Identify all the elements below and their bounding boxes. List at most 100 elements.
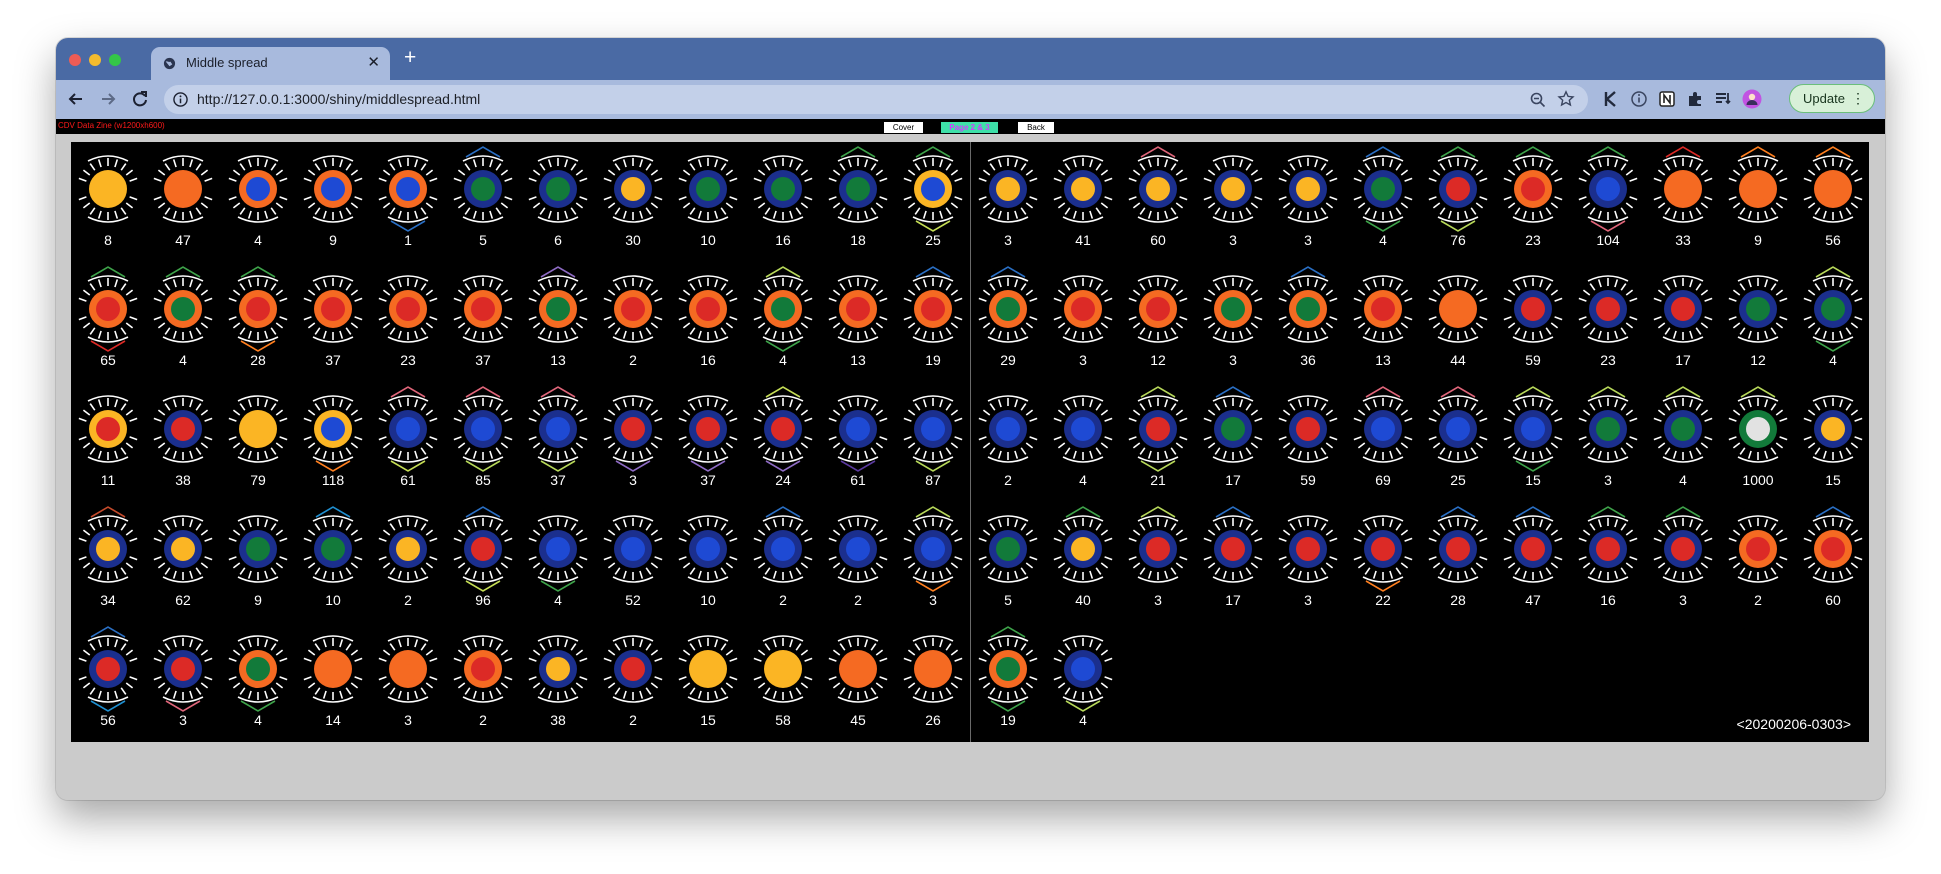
tick-mark [1245, 567, 1252, 575]
notion-icon[interactable] [1658, 90, 1676, 108]
close-tab-icon[interactable]: ✕ [367, 53, 380, 71]
tick-mark [720, 447, 727, 455]
tick-mark [997, 570, 1002, 579]
page-2-3-button[interactable]: Page 2 & 3 [941, 122, 998, 133]
tick-mark [489, 210, 494, 219]
more-vertical-icon[interactable]: ⋮ [1851, 90, 1865, 107]
tick-mark [500, 649, 509, 656]
tick-mark [1100, 529, 1109, 536]
tick-mark [125, 442, 134, 449]
tick-mark [1400, 409, 1409, 416]
glyph-right_page-49: 4 [1053, 635, 1113, 728]
tick-mark [1728, 556, 1737, 561]
tick-mark [729, 196, 738, 201]
glyph-right_page-7: 23 [1503, 146, 1563, 248]
info-extension-icon[interactable] [1630, 90, 1648, 108]
back-arrow-icon[interactable] [65, 88, 87, 110]
puzzle-icon[interactable] [1686, 90, 1704, 108]
tick-mark [1653, 196, 1662, 201]
star-icon[interactable] [1557, 90, 1575, 108]
tick-mark [189, 210, 194, 219]
tick-mark [1657, 442, 1666, 449]
tick-mark [1629, 436, 1638, 441]
tick-mark [204, 537, 213, 542]
tick-mark [639, 450, 644, 459]
tick-mark [689, 523, 696, 531]
update-button[interactable]: Update ⋮ [1789, 84, 1875, 113]
tick-mark [279, 297, 288, 302]
tick-mark [1057, 649, 1066, 656]
tick-mark [945, 163, 952, 171]
tick-mark [764, 447, 771, 455]
maximize-window-light[interactable] [109, 54, 121, 66]
tick-mark [729, 417, 738, 422]
tick-mark [939, 330, 944, 339]
tick-mark [614, 327, 621, 335]
inner-core [921, 417, 945, 441]
close-window-light[interactable] [69, 54, 81, 66]
glyph-count: 1 [404, 232, 412, 248]
plus-icon[interactable]: + [404, 46, 416, 70]
tick-mark [789, 330, 794, 339]
tick-mark [1672, 159, 1677, 168]
tick-mark [1550, 322, 1559, 329]
browser-tab[interactable]: Middle spread ✕ [151, 47, 390, 80]
tick-mark [472, 450, 477, 459]
cover-button[interactable]: Cover [884, 122, 923, 133]
tick-mark [1064, 403, 1071, 411]
tick-mark [1629, 417, 1638, 422]
tick-mark [622, 519, 627, 528]
tick-mark [1164, 279, 1169, 288]
glyph-right_page-28: 59 [1278, 395, 1338, 488]
tick-mark [1100, 202, 1109, 209]
tick-mark [414, 570, 419, 579]
tick-mark [697, 450, 702, 459]
reading-list-icon[interactable] [1714, 90, 1732, 108]
profile-avatar-icon[interactable] [1742, 89, 1762, 109]
tick-mark [354, 676, 363, 681]
glyph-left_page-27: 118 [303, 395, 363, 488]
tick-mark [1479, 297, 1488, 302]
tick-mark [189, 279, 194, 288]
tick-mark [1170, 523, 1177, 531]
tick-mark [1747, 519, 1752, 528]
tick-mark [1545, 327, 1552, 335]
tick-mark [457, 649, 466, 656]
tick-mark [839, 327, 846, 335]
tick-mark [1739, 163, 1746, 171]
inner-core [321, 537, 345, 561]
inner-core [771, 177, 795, 201]
reload-icon[interactable] [129, 88, 151, 110]
tick-mark [570, 447, 577, 455]
tick-mark [232, 322, 241, 329]
minimize-window-light[interactable] [89, 54, 101, 66]
tick-mark [1672, 399, 1677, 408]
tick-mark [78, 436, 87, 441]
tick-mark [729, 316, 738, 321]
k-extension-icon[interactable] [1602, 90, 1620, 108]
tick-mark [1739, 447, 1746, 455]
tick-mark [714, 519, 719, 528]
tick-mark [1657, 529, 1666, 536]
inner-core [1371, 537, 1395, 561]
forward-arrow-icon[interactable] [97, 88, 119, 110]
tick-mark [78, 297, 87, 302]
glyph-count: 10 [700, 592, 716, 608]
tick-mark [1147, 279, 1152, 288]
tick-mark [950, 562, 959, 569]
tick-mark [1175, 322, 1184, 329]
inner-core [1596, 297, 1620, 321]
tick-mark [157, 562, 166, 569]
address-bar[interactable]: http://127.0.0.1:3000/shiny/middlespread… [164, 85, 1588, 114]
glyph-count: 37 [550, 472, 566, 488]
back-button[interactable]: Back [1018, 122, 1054, 133]
tick-mark [414, 159, 419, 168]
info-icon[interactable] [173, 92, 188, 107]
tick-mark [1822, 210, 1827, 219]
glyph-left_page-13: 4 [153, 266, 213, 368]
tick-mark [314, 163, 321, 171]
tick-mark [1404, 177, 1413, 182]
tick-mark [500, 202, 509, 209]
tick-mark [504, 657, 513, 662]
zoom-icon[interactable] [1529, 91, 1547, 109]
